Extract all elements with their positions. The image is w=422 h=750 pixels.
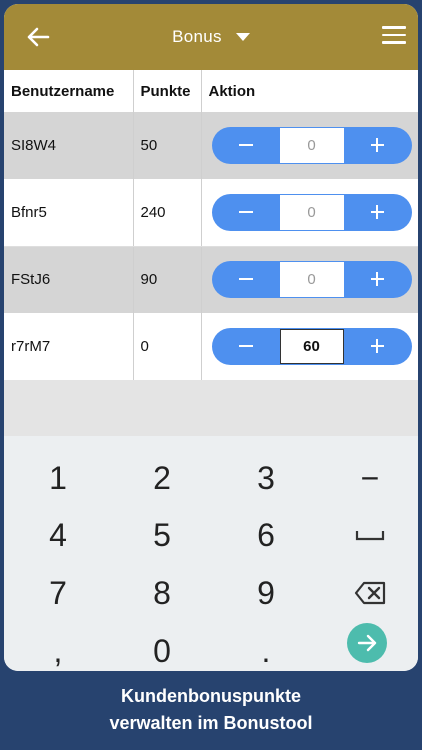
action-cell <box>201 179 418 247</box>
username-cell: Bfnr5 <box>4 179 134 247</box>
key-comma[interactable]: , <box>6 623 110 671</box>
key-2[interactable]: 2 <box>110 450 214 506</box>
points-cell: 0 <box>133 313 202 381</box>
username-cell: SI8W4 <box>4 112 134 179</box>
minus-icon <box>238 144 253 146</box>
key-4[interactable]: 4 <box>6 507 110 563</box>
points-table: Benutzername Punkte Aktion SI8W4 50 0 Bf… <box>4 70 418 381</box>
amount-input[interactable] <box>279 128 344 163</box>
amount-input[interactable] <box>279 262 344 298</box>
points-stepper <box>211 193 412 231</box>
amount-input[interactable] <box>279 194 344 230</box>
caret-down-icon <box>235 33 250 41</box>
minus-icon <box>238 210 253 213</box>
promo-caption: Kundenbonuspunkte verwalten im Bonustool <box>0 683 422 737</box>
backspace-icon <box>354 581 386 605</box>
page-title: Bonus <box>172 27 222 46</box>
points-stepper <box>211 261 412 299</box>
username-cell: FStJ6 <box>4 246 134 313</box>
numeric-keypad: 1 2 3 − 4 5 6 7 8 9 , 0 . <box>4 436 418 671</box>
go-button[interactable] <box>347 623 387 663</box>
table-header: Benutzername Punkte Aktion <box>4 70 418 112</box>
column-header-action: Aktion <box>201 70 418 112</box>
key-period[interactable]: . <box>214 623 318 671</box>
points-cell: 240 <box>133 179 202 247</box>
points-cell: 50 <box>133 112 202 179</box>
table-row: FStJ6 90 <box>4 246 418 313</box>
key-3[interactable]: 3 <box>214 450 318 506</box>
points-stepper <box>211 327 412 365</box>
minus-icon <box>238 278 253 281</box>
arrow-right-circle-icon <box>357 634 377 652</box>
key-7[interactable]: 7 <box>6 565 110 621</box>
table-row: Bfnr5 240 <box>4 179 418 247</box>
column-header-username: Benutzername <box>4 70 134 112</box>
minus-icon <box>238 344 253 347</box>
app-bar: Bonus <box>4 4 418 70</box>
key-space[interactable] <box>318 507 418 563</box>
phone-screen: Bonus Benutzername Punkte Aktion SI8W4 5… <box>4 4 418 671</box>
action-cell <box>201 313 418 381</box>
table-row: r7rM7 0 <box>4 313 418 381</box>
column-header-points: Punkte <box>133 70 202 112</box>
key-5[interactable]: 5 <box>110 507 214 563</box>
amount-input-focused[interactable] <box>279 328 344 364</box>
key-8[interactable]: 8 <box>110 565 214 621</box>
table-row: SI8W4 50 <box>4 112 418 179</box>
hamburger-menu-icon[interactable] <box>382 26 406 46</box>
key-0[interactable]: 0 <box>110 623 214 671</box>
title-dropdown[interactable]: Bonus <box>4 4 418 70</box>
key-1[interactable]: 1 <box>6 450 110 506</box>
caption-line-2: verwalten im Bonustool <box>109 713 313 733</box>
points-cell: 90 <box>133 246 202 313</box>
points-stepper <box>211 127 412 164</box>
empty-list-area <box>4 380 418 436</box>
key-backspace[interactable] <box>318 565 418 621</box>
action-cell <box>201 112 418 179</box>
space-bar-icon <box>355 531 385 541</box>
caption-line-1: Kundenbonuspunkte <box>121 686 301 706</box>
username-cell: r7rM7 <box>4 313 134 381</box>
key-6[interactable]: 6 <box>214 507 318 563</box>
key-9[interactable]: 9 <box>214 565 318 621</box>
key-minus[interactable]: − <box>318 450 418 506</box>
action-cell <box>201 246 418 313</box>
